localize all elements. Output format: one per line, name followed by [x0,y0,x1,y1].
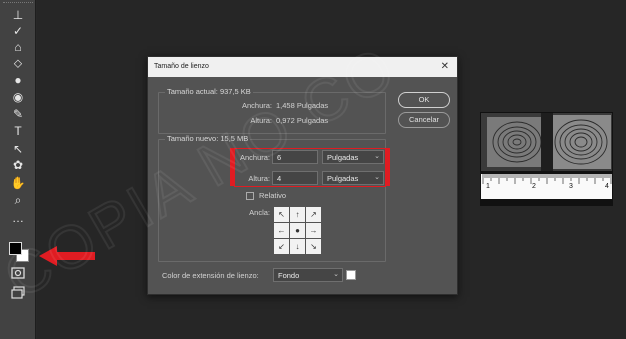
anchor-bottom[interactable]: ↓ [290,239,305,254]
cancel-button[interactable]: Cancelar [398,112,450,128]
eraser-icon[interactable]: ⌂ [9,40,27,54]
history-brush-icon[interactable]: ✓ [9,24,27,38]
ruler-label-1: 1 [486,183,490,190]
new-size-legend: Tamaño nuevo: 15,5 MB [165,134,251,143]
current-height-value: 0,972 Pulgadas [276,116,329,125]
more-tools-icon[interactable]: … [9,211,27,225]
color-swatches[interactable] [9,242,31,264]
ruler-label-2: 2 [532,183,536,190]
current-width-label: Anchura: [241,101,272,110]
extension-color-value: Fondo [278,271,300,280]
anchor-label: Ancla: [249,208,270,217]
clone-stamp-icon[interactable]: ⊥ [9,8,27,22]
quick-mask-icon[interactable] [9,266,27,280]
highlight-box [234,148,386,187]
anchor-center[interactable]: ● [290,223,305,238]
close-icon[interactable]: ✕ [441,61,449,72]
dialog-titlebar[interactable]: Tamaño de lienzo ✕ [148,57,457,77]
blur-icon[interactable]: ● [9,73,27,87]
dialog-title: Tamaño de lienzo [154,63,209,70]
annotation-arrow-icon [39,246,95,266]
dodge-icon[interactable]: ◉ [9,90,27,104]
anchor-bottom-right[interactable]: ↘ [306,239,321,254]
relative-label: Relativo [259,191,287,200]
paint-bucket-icon[interactable]: ⬦ [9,56,27,70]
screen-mode-icon[interactable] [9,285,27,299]
current-width-value: 1,458 Pulgadas [276,101,329,110]
path-selection-icon[interactable]: ↖ [9,142,27,156]
anchor-grid: ↖ ↑ ↗ ← ● → ↙ ↓ ↘ [274,207,322,255]
relative-checkbox[interactable] [246,192,254,200]
extension-color-swatch[interactable] [346,270,356,280]
anchor-top[interactable]: ↑ [290,207,305,222]
highlight-bar-left [230,148,234,186]
panel-grip[interactable] [3,2,33,6]
ruler-label-3: 3 [569,183,573,190]
ruler-label-4: 4 [605,183,609,190]
fingerprint-image [481,113,612,171]
canvas-size-dialog: Tamaño de lienzo ✕ Tamaño actual: 937,5 … [147,56,458,295]
anchor-bottom-left[interactable]: ↙ [274,239,289,254]
ok-button[interactable]: OK [398,92,450,108]
anchor-left[interactable]: ← [274,223,289,238]
current-size-legend: Tamaño actual: 937,5 KB [165,87,253,96]
zoom-icon[interactable]: ⌕ [9,193,27,207]
foreground-color-swatch[interactable] [9,242,22,255]
extension-color-select[interactable]: Fondo ⌄ [273,268,343,282]
tools-panel: ⊥ ✓ ⌂ ⬦ ● ◉ ✎ T ↖ ✿ ✋ ⌕ … [0,0,36,339]
chevron-down-icon: ⌄ [333,271,339,278]
extension-color-label: Color de extensión de lienzo: [162,271,259,280]
anchor-top-right[interactable]: ↗ [306,207,321,222]
measurement-ruler: 1 2 3 4 [481,171,612,205]
current-size-group: Tamaño actual: 937,5 KB [158,87,386,134]
type-icon[interactable]: T [9,124,27,138]
current-height-label: Altura: [250,116,272,125]
custom-shape-icon[interactable]: ✿ [9,158,27,172]
anchor-top-left[interactable]: ↖ [274,207,289,222]
anchor-right[interactable]: → [306,223,321,238]
highlight-bar-right [386,148,390,186]
document-image: 1 2 3 4 [480,112,613,206]
hand-icon[interactable]: ✋ [9,176,27,190]
pen-icon[interactable]: ✎ [9,107,27,121]
